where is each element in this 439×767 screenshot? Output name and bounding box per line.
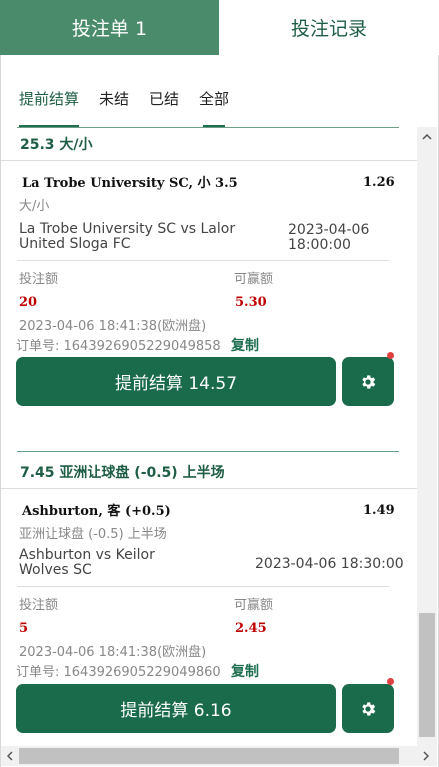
bet-market: 亚洲让球盘 (-0.5) 上半场	[19, 527, 167, 542]
settings-button[interactable]	[342, 357, 394, 406]
cashout-button[interactable]: 提前结算 14.57	[16, 357, 336, 406]
scroll-left-arrow-icon[interactable]	[5, 750, 15, 762]
filter-all[interactable]: 全部	[199, 88, 229, 127]
scroll-up-arrow-icon[interactable]	[421, 132, 433, 142]
divider	[17, 260, 389, 261]
win-value: 2.45	[235, 621, 267, 636]
bet-odds: 1.49	[363, 503, 395, 518]
win-value: 5.30	[235, 295, 267, 310]
bet-selection: Ashburton, 客 (+0.5)	[22, 504, 171, 519]
bet-title: 7.45 亚洲让球盘 (-0.5) 上半场	[20, 465, 225, 481]
divider	[1, 488, 417, 489]
stake-value: 20	[19, 295, 38, 310]
horizontal-scrollbar[interactable]	[1, 746, 437, 766]
match-line-1: La Trobe University SC vs Lalor	[19, 221, 236, 237]
divider	[17, 127, 399, 128]
tab-bet-slip[interactable]: 投注单 1	[0, 0, 219, 55]
placed-time: 2023-04-06 18:41:38(欧洲盘)	[19, 645, 207, 660]
order-number: 订单号: 1643926905229049858	[16, 339, 221, 354]
bet-title: 25.3 大/小	[20, 137, 93, 153]
match-name: Ashburton vs Keilor Wolves SC	[19, 548, 155, 578]
notification-dot	[387, 678, 394, 685]
tab-bet-history[interactable]: 投注记录	[219, 0, 439, 55]
bet-selection: La Trobe University SC, 小 3.5	[22, 176, 238, 191]
bet-odds: 1.26	[363, 175, 395, 190]
settings-button[interactable]	[342, 684, 394, 733]
order-number: 订单号: 1643926905229049860	[16, 665, 221, 680]
gear-icon	[362, 701, 376, 716]
match-name: La Trobe University SC vs Lalor United S…	[19, 222, 235, 252]
filter-settled[interactable]: 已结	[149, 88, 179, 115]
kickoff-date: 2023-04-06	[288, 222, 370, 238]
vertical-scrollbar[interactable]	[417, 127, 437, 747]
horizontal-scroll-thumb[interactable]	[19, 748, 399, 764]
copy-order-link[interactable]: 复制	[231, 661, 259, 681]
notification-dot	[387, 352, 394, 359]
match-line-1: Ashburton vs Keilor	[19, 547, 155, 563]
divider	[17, 451, 399, 452]
stake-label: 投注额	[19, 598, 59, 613]
win-label: 可赢额	[234, 272, 274, 287]
copy-order-link[interactable]: 复制	[231, 335, 259, 355]
win-label: 可赢额	[234, 598, 274, 613]
kickoff-time: 2023-04-06 18:00:00	[288, 223, 369, 253]
divider	[17, 586, 389, 587]
match-line-2: United Sloga FC	[19, 236, 131, 252]
bet-market: 大/小	[19, 199, 50, 214]
match-line-2: Wolves SC	[19, 562, 92, 578]
kickoff-time: 2023-04-06 18:30:00	[255, 556, 404, 572]
divider	[1, 160, 417, 161]
gear-icon	[362, 374, 376, 389]
filter-cashout[interactable]: 提前结算	[19, 88, 80, 127]
placed-time: 2023-04-06 18:41:38(欧洲盘)	[19, 319, 207, 334]
top-tabs: 投注单 1 投注记录	[0, 0, 439, 55]
scroll-right-arrow-icon[interactable]	[421, 750, 431, 762]
kickoff-clock: 18:00:00	[288, 237, 351, 253]
stake-label: 投注额	[19, 272, 59, 287]
vertical-scroll-thumb[interactable]	[419, 613, 435, 737]
filter-tabs: 提前结算 未结 已结 全部	[19, 88, 249, 127]
cashout-button[interactable]: 提前结算 6.16	[16, 684, 336, 733]
stake-value: 5	[19, 621, 29, 636]
filter-unsettled[interactable]: 未结	[99, 88, 129, 115]
